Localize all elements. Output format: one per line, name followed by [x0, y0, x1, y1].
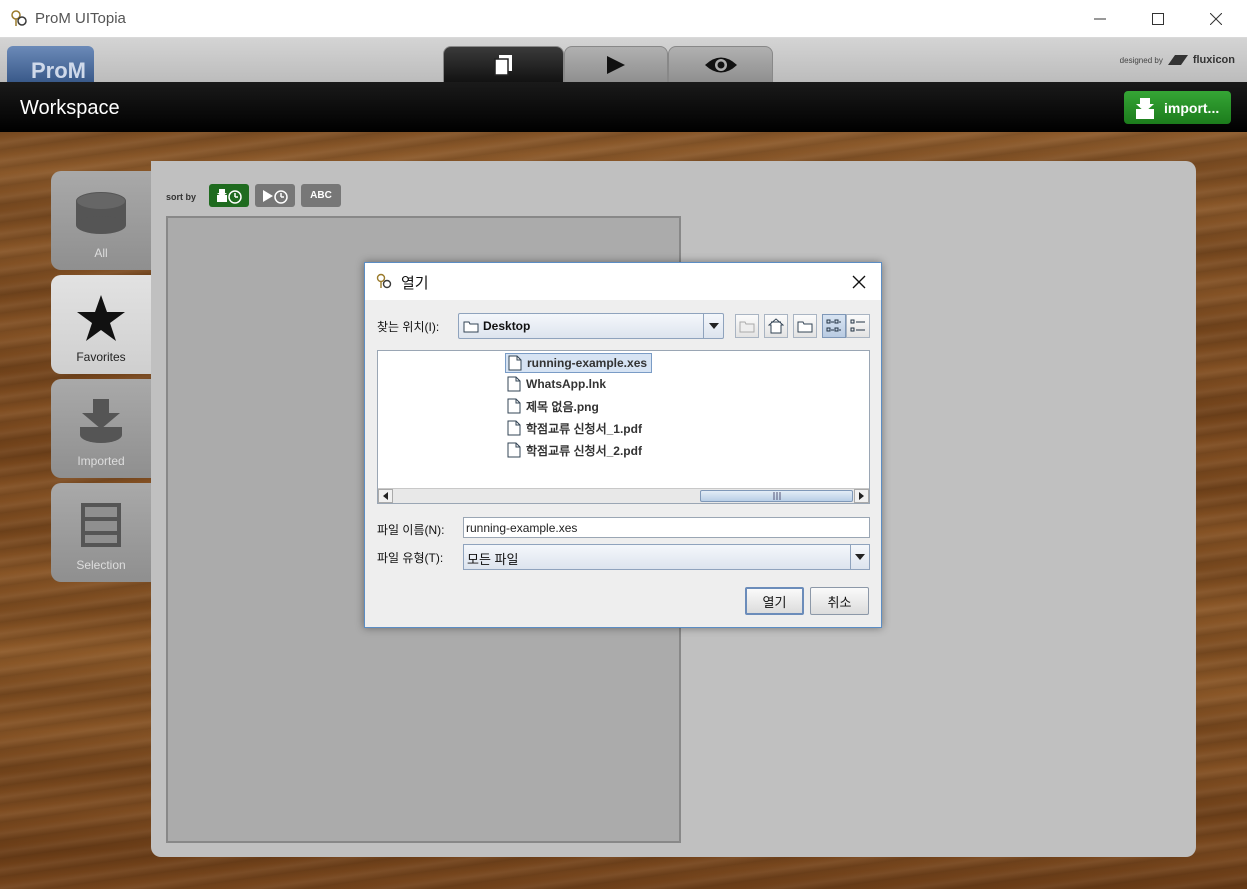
look-in-combo[interactable]: Desktop [458, 313, 724, 339]
list-item[interactable]: WhatsApp.lnk [505, 374, 610, 394]
sidebar-item-label: Imported [77, 454, 125, 468]
folder-icon [463, 321, 479, 332]
import-clock-icon [217, 188, 242, 204]
sidebar-item-selection[interactable]: Selection [51, 483, 151, 582]
maximize-button[interactable] [1129, 0, 1187, 38]
chevron-down-icon[interactable] [703, 314, 723, 338]
file-icon [507, 376, 521, 392]
file-name: 학점교류 신청서_1.pdf [526, 421, 642, 436]
new-folder-icon [797, 321, 813, 332]
horizontal-scrollbar[interactable] [378, 488, 869, 503]
prom-app-icon [10, 9, 28, 27]
file-type-label: 파일 유형(T): [377, 551, 444, 565]
file-name-input[interactable] [463, 517, 870, 538]
home-icon [768, 318, 784, 334]
list-item[interactable]: running-example.xes [505, 353, 653, 373]
file-type-value: 모든 파일 [467, 552, 519, 567]
up-one-level-button[interactable] [735, 314, 759, 338]
close-window-button[interactable] [1187, 0, 1245, 38]
sort-by-import-date-button[interactable] [209, 184, 249, 207]
file-type-combo[interactable]: 모든 파일 [463, 544, 870, 570]
list-item[interactable]: 학점교류 신청서_1.pdf [505, 418, 646, 438]
import-icon [1136, 97, 1154, 119]
open-button[interactable]: 열기 [745, 587, 804, 615]
window-title: ProM UITopia [35, 10, 126, 27]
cancel-button[interactable]: 취소 [810, 587, 869, 615]
tab-actions[interactable] [564, 46, 668, 83]
workspace-title: Workspace [20, 97, 120, 119]
new-folder-button[interactable] [793, 314, 817, 338]
folder-up-icon [739, 321, 755, 332]
file-icon [507, 398, 521, 414]
eye-icon [704, 57, 737, 73]
sort-by-label: sort by [166, 192, 197, 202]
file-icon [508, 355, 522, 371]
sidebar-item-label: All [94, 246, 108, 260]
minimize-button[interactable] [1071, 0, 1129, 38]
designed-by: designed by fluxicon [1120, 54, 1235, 66]
file-name: 학점교류 신청서_2.pdf [526, 443, 642, 458]
file-icon [507, 442, 521, 458]
sidebar-item-imported[interactable]: Imported [51, 379, 151, 478]
prom-app-icon [376, 273, 392, 294]
list-view-button[interactable] [822, 314, 846, 338]
play-icon [607, 56, 625, 74]
sidebar-item-all[interactable]: All [51, 171, 151, 270]
file-name: WhatsApp.lnk [526, 377, 606, 391]
prom-logo: ProM [7, 46, 94, 82]
sidebar-item-favorites[interactable]: Favorites [51, 275, 151, 374]
fluxicon-logo-icon [1167, 55, 1188, 65]
scroll-right-icon[interactable] [854, 489, 869, 503]
pages-icon [493, 55, 512, 76]
sidebar-item-label: Selection [76, 558, 126, 572]
details-view-icon [850, 319, 865, 332]
tab-workspace[interactable] [443, 46, 564, 83]
sort-alphabetical-button[interactable]: ABC [301, 184, 341, 207]
file-list[interactable]: running-example.xes WhatsApp.lnk 제목 없음.p… [377, 350, 870, 504]
list-item[interactable]: 제목 없음.png [505, 396, 603, 416]
sort-by-execution-button[interactable] [255, 184, 295, 207]
import-button[interactable]: import... [1124, 91, 1231, 124]
home-button[interactable] [764, 314, 788, 338]
dialog-titlebar: 열기 [365, 263, 881, 300]
sidebar-item-label: Favorites [76, 350, 126, 364]
import-icon [80, 399, 122, 443]
import-label: import... [1164, 99, 1220, 116]
designed-by-text: designed by [1119, 55, 1163, 65]
chevron-down-icon[interactable] [850, 545, 869, 569]
window-titlebar: ProM UITopia [0, 0, 1247, 38]
tab-views[interactable] [668, 46, 773, 83]
file-name: running-example.xes [527, 356, 648, 370]
file-name: 제목 없음.png [526, 399, 599, 414]
workspace-bar: Workspace import... [0, 82, 1247, 132]
database-icon [76, 192, 126, 234]
list-view-icon [826, 319, 841, 332]
dialog-close-icon[interactable] [849, 272, 869, 292]
look-in-label: 찾는 위치(I): [377, 320, 440, 334]
open-file-dialog: 열기 찾는 위치(I): Desktop running-example.xes… [364, 262, 882, 628]
file-icon [507, 420, 521, 436]
fluxicon-brand: fluxicon [1192, 54, 1235, 66]
details-view-button[interactable] [846, 314, 870, 338]
file-name-label: 파일 이름(N): [377, 523, 445, 537]
star-icon [77, 295, 125, 341]
look-in-value: Desktop [483, 319, 531, 333]
dialog-title: 열기 [401, 275, 429, 292]
scrollbar-thumb[interactable] [700, 490, 853, 502]
scroll-left-icon[interactable] [378, 489, 393, 503]
play-clock-icon [263, 189, 288, 204]
prom-header: ProM designed by fluxicon [0, 38, 1247, 83]
list-item[interactable]: 학점교류 신청서_2.pdf [505, 440, 646, 460]
selection-icon [81, 503, 121, 547]
